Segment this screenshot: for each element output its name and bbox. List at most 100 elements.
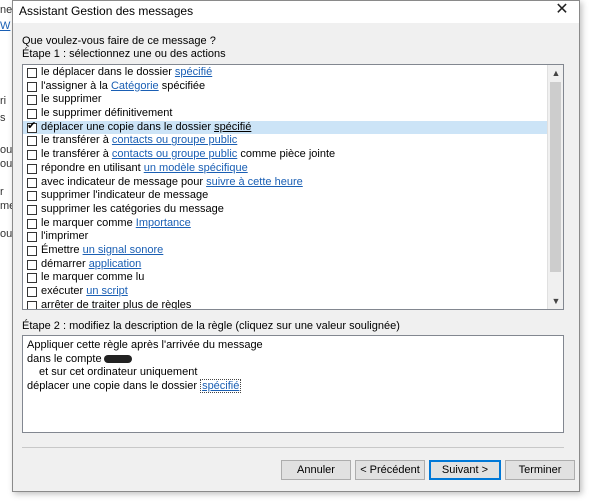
action-label: supprimer les catégories du message: [41, 202, 224, 215]
action-checkbox[interactable]: [27, 204, 37, 215]
description-text: déplacer une copie dans le dossier: [27, 379, 201, 392]
action-row[interactable]: déplacer une copie dans le dossier spéci…: [23, 120, 547, 135]
action-link[interactable]: un script: [86, 285, 128, 297]
rule-description-box: Appliquer cette règle après l'arrivée du…: [22, 335, 564, 433]
action-link[interactable]: spécifié: [175, 66, 212, 78]
action-label: le transférer à: [41, 148, 112, 161]
action-label: l'assigner à la: [41, 79, 111, 92]
action-label: exécuter: [41, 285, 87, 297]
action-link[interactable]: un modèle spécifique: [144, 162, 248, 174]
action-link[interactable]: contacts ou groupe public: [112, 134, 237, 146]
action-checkbox[interactable]: [27, 218, 37, 229]
action-checkbox[interactable]: [27, 177, 37, 188]
action-checkbox[interactable]: [27, 273, 37, 284]
action-row[interactable]: le transférer à contacts ou groupe publi…: [23, 134, 547, 148]
step1-label: Étape 1 : sélectionnez une ou des action…: [22, 48, 226, 60]
action-checkbox[interactable]: [27, 163, 37, 174]
action-link[interactable]: un signal sonore: [83, 244, 164, 256]
bg-fragment: s: [0, 112, 6, 124]
scroll-down-icon[interactable]: ▼: [548, 293, 563, 309]
description-line: déplacer une copie dans le dossier spéci…: [27, 378, 559, 394]
action-label: arrêter de traiter plus de règles: [41, 298, 192, 310]
action-link[interactable]: suivre à cette heure: [206, 176, 303, 188]
action-row[interactable]: le transférer à contacts ou groupe publi…: [23, 148, 547, 162]
bg-fragment: ou: [0, 144, 13, 156]
action-label: le marquer comme: [41, 216, 136, 229]
action-label: avec indicateur de message pour: [41, 175, 207, 188]
action-checkbox[interactable]: [27, 300, 37, 309]
action-row[interactable]: le marquer comme Importance: [23, 217, 547, 231]
action-label: le transférer à: [41, 134, 112, 147]
action-checkbox[interactable]: [27, 191, 37, 202]
step2-label: Étape 2 : modifiez la description de la …: [22, 320, 400, 332]
action-label-suffix: spécifiée: [158, 79, 206, 92]
action-row[interactable]: répondre en utilisant un modèle spécifiq…: [23, 162, 547, 176]
action-row[interactable]: le déplacer dans le dossier spécifié: [23, 66, 547, 80]
action-row[interactable]: l'assigner à la Catégorie spécifiée: [23, 80, 547, 94]
bg-fragment: ri: [0, 95, 7, 107]
question-label: Que voulez-vous faire de ce message ?: [22, 35, 216, 47]
redaction-scribble: [103, 354, 132, 363]
action-checkbox[interactable]: [27, 136, 37, 147]
action-checkbox[interactable]: [27, 259, 37, 270]
actions-list[interactable]: le déplacer dans le dossier spécifié l'as…: [22, 64, 564, 310]
action-row[interactable]: supprimer l'indicateur de message: [23, 189, 547, 203]
finish-button[interactable]: Terminer: [505, 460, 575, 480]
next-button[interactable]: Suivant >: [429, 460, 501, 480]
action-row[interactable]: démarrer application: [23, 258, 547, 272]
action-row[interactable]: exécuter un script: [23, 285, 547, 299]
action-row[interactable]: l'imprimer: [23, 230, 547, 244]
bg-fragment: W: [0, 20, 11, 32]
action-checkbox[interactable]: [27, 68, 37, 78]
dialog-title: Assistant Gestion des messages: [19, 4, 194, 18]
action-label: l'imprimer: [41, 230, 89, 243]
action-row[interactable]: avec indicateur de message pour suivre à…: [23, 176, 547, 190]
action-link[interactable]: contacts ou groupe public: [112, 148, 237, 160]
description-line: et sur cet ordinateur uniquement: [39, 366, 198, 378]
specified-folder-link[interactable]: spécifié: [200, 378, 242, 393]
action-row[interactable]: le supprimer: [23, 93, 547, 107]
bg-fragment: ou: [0, 228, 13, 240]
action-row[interactable]: le marquer comme lu: [23, 271, 547, 285]
action-link[interactable]: Importance: [136, 217, 191, 229]
action-row[interactable]: supprimer les catégories du message: [23, 203, 547, 217]
action-checkbox[interactable]: [27, 81, 37, 92]
close-icon[interactable]: ✕: [551, 1, 573, 21]
actions-list-items: le déplacer dans le dossier spécifié l'as…: [23, 66, 547, 310]
action-label: démarrer: [41, 257, 89, 270]
action-label: supprimer l'indicateur de message: [41, 189, 209, 202]
action-label: déplacer une copie dans le dossier: [41, 120, 215, 133]
rules-wizard-dialog: Assistant Gestion des messages ✕ Que vou…: [12, 0, 580, 492]
description-text: dans le compte: [27, 352, 102, 365]
bg-fragment: ne: [0, 4, 13, 16]
action-checkbox[interactable]: [27, 232, 37, 243]
dialog-content: Que voulez-vous faire de ce message ? Ét…: [13, 23, 579, 491]
action-link[interactable]: Catégorie: [111, 80, 159, 92]
previous-button[interactable]: < Précédent: [355, 460, 425, 480]
divider: [22, 447, 564, 448]
action-link[interactable]: spécifié: [214, 121, 251, 133]
action-checkbox[interactable]: [27, 245, 37, 256]
scroll-thumb[interactable]: [550, 82, 561, 272]
action-label: le supprimer: [41, 93, 102, 106]
action-row[interactable]: le supprimer définitivement: [23, 107, 547, 121]
action-label: le supprimer définitivement: [41, 107, 173, 120]
description-line: Appliquer cette règle après l'arrivée du…: [27, 339, 263, 351]
action-row[interactable]: Émettre un signal sonore: [23, 244, 547, 258]
actions-scrollbar[interactable]: ▲ ▼: [547, 65, 563, 309]
action-label: Émettre: [41, 243, 83, 256]
description-line: dans le compte: [27, 353, 559, 367]
action-row[interactable]: arrêter de traiter plus de règles: [23, 298, 547, 310]
action-label: répondre en utilisant: [41, 161, 144, 174]
action-checkbox[interactable]: [27, 109, 37, 120]
action-checkbox[interactable]: [27, 120, 37, 133]
action-checkbox[interactable]: [27, 287, 37, 297]
action-checkbox[interactable]: [27, 150, 37, 161]
cancel-button[interactable]: Annuler: [281, 460, 351, 480]
scroll-up-icon[interactable]: ▲: [548, 65, 563, 81]
title-bar: Assistant Gestion des messages ✕: [13, 1, 579, 23]
action-checkbox[interactable]: [27, 95, 37, 106]
action-link[interactable]: application: [89, 258, 142, 270]
bg-fragment: r: [0, 186, 4, 198]
action-label: le marquer comme lu: [41, 271, 145, 284]
